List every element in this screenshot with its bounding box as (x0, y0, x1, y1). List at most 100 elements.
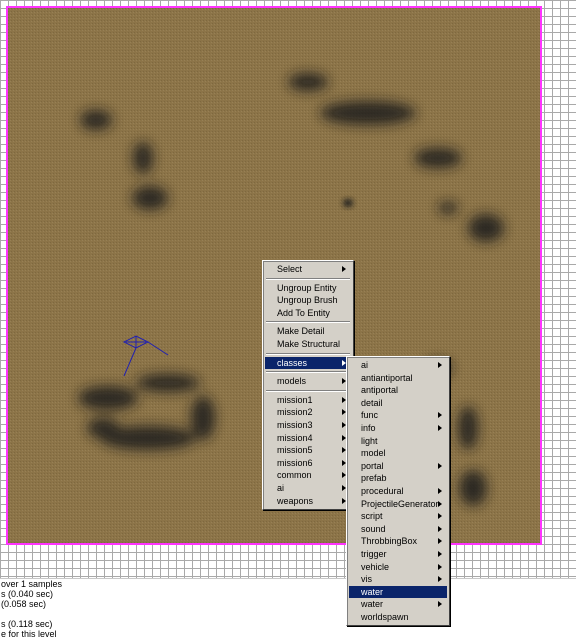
menu-item-label: Ungroup Entity (277, 282, 337, 293)
menu-item-label: ai (277, 482, 285, 493)
menu-item-models[interactable]: models (265, 375, 351, 388)
class-item-vis[interactable]: vis (349, 573, 447, 586)
menu-item-label: info (361, 422, 376, 433)
menu-item-mission4[interactable]: mission4 (265, 432, 351, 445)
class-item-detail[interactable]: detail (349, 397, 447, 410)
menu-item-label: mission5 (277, 445, 313, 456)
class-item-info[interactable]: info (349, 422, 447, 435)
submenu-arrow-icon (438, 538, 442, 545)
menu-item-ai[interactable]: ai (265, 482, 351, 495)
console-output: over 1 samples s (0.040 sec) (0.058 sec)… (0, 578, 576, 640)
menu-item-label: mission3 (277, 419, 313, 430)
menu-item-label: procedural (361, 485, 404, 496)
console-line: s (0.118 sec) (1, 619, 53, 629)
menu-separator (266, 277, 350, 280)
class-item-antiportal[interactable]: antiportal (349, 384, 447, 397)
class-item-portal[interactable]: portal (349, 460, 447, 473)
menu-item-label: model (361, 448, 386, 459)
menu-item-label: func (361, 410, 379, 421)
menu-item-label: worldspawn (361, 611, 409, 622)
class-item-water[interactable]: water (349, 585, 447, 599)
submenu-arrow-icon (438, 563, 442, 570)
submenu-arrow-icon (438, 462, 442, 469)
menu-item-label: mission4 (277, 432, 313, 443)
class-item-trigger[interactable]: trigger (349, 548, 447, 561)
small-object (343, 199, 353, 207)
menu-item-label: vehicle (361, 561, 390, 572)
menu-separator (266, 321, 350, 324)
menu-item-label: trigger (361, 548, 387, 559)
class-item-script[interactable]: script (349, 510, 447, 523)
console-line: s (0.040 sec) (1, 589, 54, 599)
menu-separator (266, 371, 350, 374)
menu-item-label: common (277, 470, 312, 481)
menu-item-label: detail (361, 397, 383, 408)
menu-item-add-to-entity[interactable]: Add To Entity (265, 307, 351, 320)
menu-item-classes[interactable]: classes (265, 356, 351, 370)
menu-item-mission1[interactable]: mission1 (265, 394, 351, 407)
class-item-sound[interactable]: sound (349, 523, 447, 536)
console-line: (0.058 sec) (1, 599, 47, 609)
class-item-model[interactable]: model (349, 447, 447, 460)
class-item-worldspawn[interactable]: worldspawn (349, 611, 447, 624)
menu-item-label: mission6 (277, 457, 313, 468)
menu-item-label: classes (277, 357, 308, 368)
menu-item-label: sound (361, 523, 386, 534)
menu-item-label: ThrobbingBox (361, 536, 418, 547)
submenu-arrow-icon (342, 266, 346, 272)
class-item-projectilegenerator[interactable]: ProjectileGenerator (349, 498, 447, 511)
menu-item-mission6[interactable]: mission6 (265, 457, 351, 470)
menu-item-mission2[interactable]: mission2 (265, 406, 351, 419)
menu-item-label: models (277, 376, 307, 387)
menu-item-label: water (361, 586, 384, 597)
class-item-light[interactable]: light (349, 435, 447, 448)
submenu-arrow-icon (438, 362, 442, 368)
submenu-arrow-icon (438, 513, 442, 520)
menu-item-label: vis (361, 574, 372, 585)
class-item-prefab[interactable]: prefab (349, 472, 447, 485)
menu-item-label: weapons (277, 495, 314, 506)
menu-item-label: water (361, 599, 384, 610)
menu-item-label: Ungroup Brush (277, 295, 338, 306)
submenu-arrow-icon (438, 576, 442, 583)
menu-item-mission5[interactable]: mission5 (265, 444, 351, 457)
menu-item-label: ProjectileGenerator (361, 498, 439, 509)
menu-item-ungroup-entity[interactable]: Ungroup Entity (265, 282, 351, 295)
menu-separator (266, 389, 350, 392)
console-line: over 1 samples (1, 579, 63, 589)
class-item-vehicle[interactable]: vehicle (349, 561, 447, 574)
submenu-arrow-icon (438, 525, 442, 532)
menu-item-label: mission1 (277, 394, 313, 405)
class-item-water-submenu[interactable]: water (349, 598, 447, 611)
menu-item-weapons[interactable]: weapons (265, 495, 351, 508)
submenu-arrow-icon (438, 500, 442, 507)
menu-item-mission3[interactable]: mission3 (265, 419, 351, 432)
menu-item-select[interactable]: Select (265, 263, 351, 276)
submenu-arrow-icon (438, 412, 442, 419)
class-item-func[interactable]: func (349, 409, 447, 422)
submenu-arrow-icon (438, 487, 442, 494)
menu-item-ungroup-brush[interactable]: Ungroup Brush (265, 294, 351, 307)
menu-item-label: Add To Entity (277, 307, 330, 318)
menu-item-label: mission2 (277, 407, 313, 418)
menu-item-label: Make Detail (277, 326, 325, 337)
class-item-procedural[interactable]: procedural (349, 485, 447, 498)
menu-item-label: Make Structural (277, 338, 341, 349)
console-line: e for this level (1, 629, 57, 639)
menu-item-label: ai (361, 360, 369, 370)
menu-item-label: light (361, 435, 378, 446)
menu-item-label: Select (277, 264, 303, 274)
menu-item-label: portal (361, 460, 384, 471)
menu-item-make-detail[interactable]: Make Detail (265, 325, 351, 338)
menu-item-label: prefab (361, 473, 387, 484)
class-item-throbbingbox[interactable]: ThrobbingBox (349, 535, 447, 548)
menu-item-label: script (361, 511, 383, 522)
class-item-ai[interactable]: ai (349, 359, 447, 372)
submenu-arrow-icon (438, 550, 442, 557)
classes-submenu: ai antiantiportal antiportal detail func… (346, 356, 450, 627)
class-item-antiantiportal[interactable]: antiantiportal (349, 372, 447, 385)
menu-item-common[interactable]: common (265, 469, 351, 482)
submenu-arrow-icon (438, 424, 442, 431)
menu-item-make-structural[interactable]: Make Structural (265, 338, 351, 351)
